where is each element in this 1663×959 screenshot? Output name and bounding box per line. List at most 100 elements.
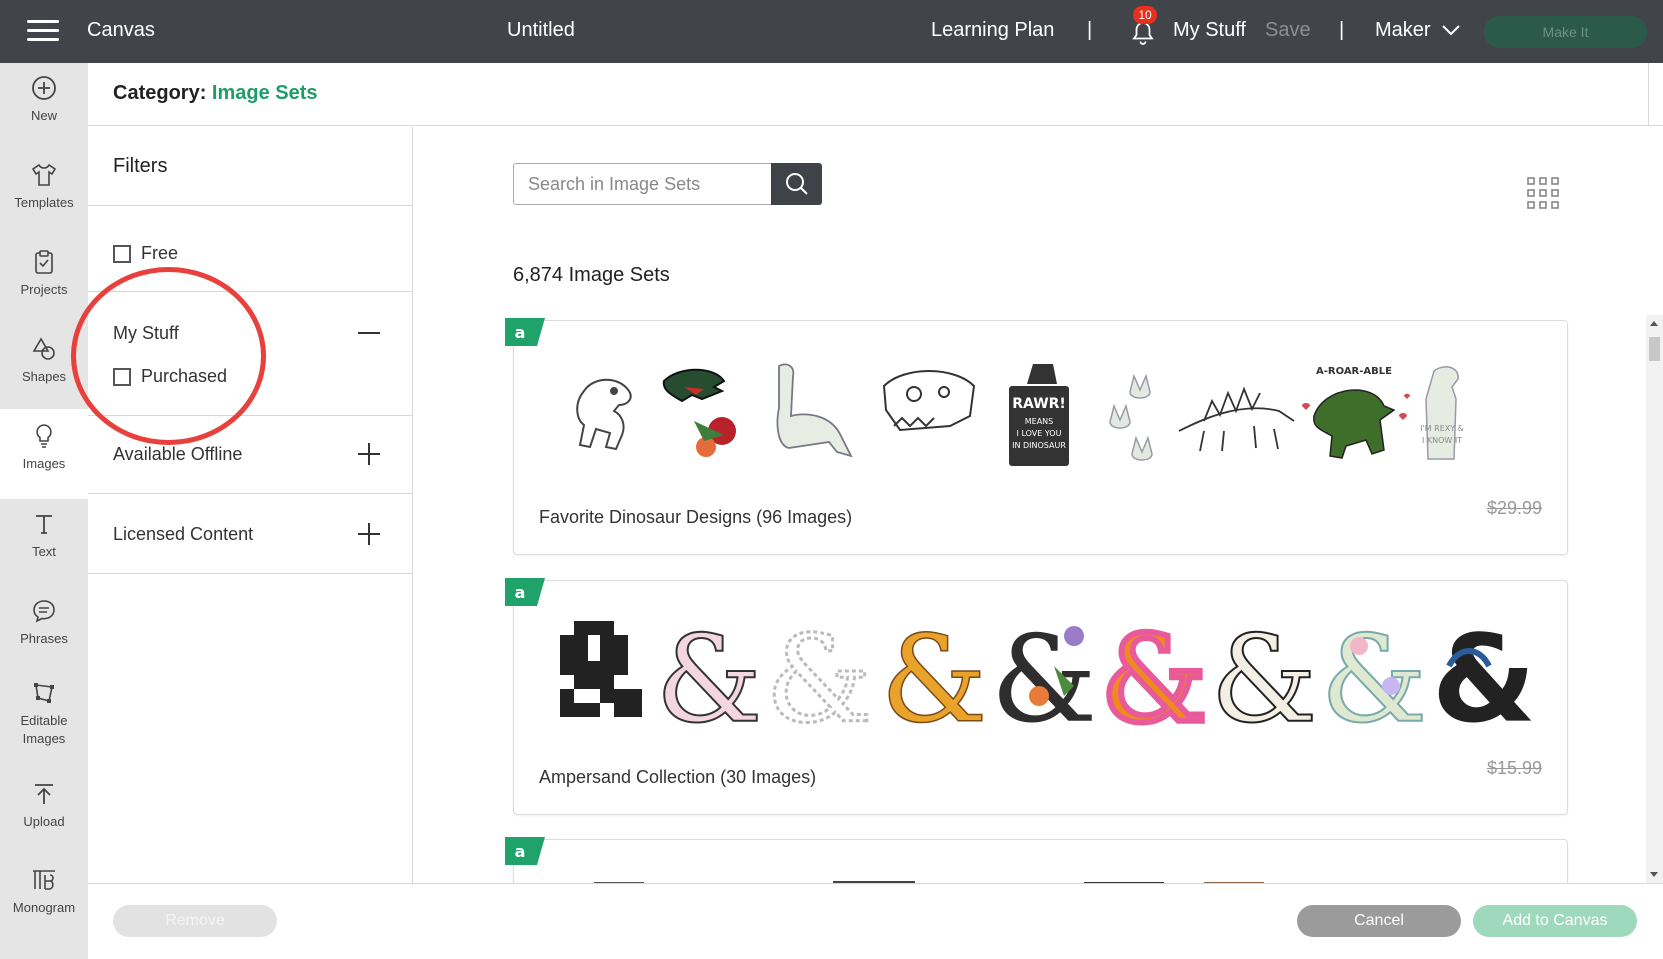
filters-panel: Filters Free My Stuff Purchased Availabl… xyxy=(88,127,413,883)
rail-item-shapes[interactable]: Shapes xyxy=(0,336,88,406)
rail-label: Text xyxy=(32,544,56,559)
upload-icon xyxy=(35,784,53,804)
rail-label: Images xyxy=(22,456,66,471)
rail-label: Templates xyxy=(14,195,74,210)
notification-badge: 10 xyxy=(1133,6,1157,24)
svg-text:MEANS: MEANS xyxy=(1025,417,1054,426)
image-set-title: Favorite Dinosaur Designs (96 Images) xyxy=(539,507,853,527)
rail-item-phrases[interactable]: Phrases xyxy=(0,598,88,668)
top-bar: Canvas Untitled Learning Plan | 10 My St… xyxy=(0,0,1663,63)
svg-text:a: a xyxy=(515,323,526,342)
scroll-thumb[interactable] xyxy=(1649,337,1660,361)
cancel-button[interactable]: Cancel xyxy=(1297,905,1461,937)
make-it-button[interactable]: Make It xyxy=(1484,16,1647,48)
svg-text:IN DINOSAUR: IN DINOSAUR xyxy=(1012,441,1066,450)
scroll-up-icon[interactable] xyxy=(1650,321,1658,326)
grid-view-icon[interactable] xyxy=(1527,177,1559,209)
rail-item-projects[interactable]: Projects xyxy=(0,249,88,319)
text-icon xyxy=(36,515,52,534)
svg-text:I'M REXY &: I'M REXY & xyxy=(1420,424,1464,433)
add-to-canvas-button[interactable]: Add to Canvas xyxy=(1473,905,1637,937)
chevron-down-icon[interactable] xyxy=(1442,24,1460,36)
monogram-icon xyxy=(33,870,55,890)
divider xyxy=(88,205,413,206)
svg-text:I LOVE YOU: I LOVE YOU xyxy=(1017,429,1062,438)
document-title[interactable]: Untitled xyxy=(507,19,575,42)
dinosaur-thumbnails: RAWR! MEANS I LOVE YOU IN DINOSAUR A-ROA… xyxy=(576,363,1464,466)
divider xyxy=(88,415,413,416)
divider xyxy=(88,573,413,574)
ampersand-thumbnails: & & & & & & & & xyxy=(560,611,1537,731)
rail-label: Monogram xyxy=(12,900,76,915)
hamburger-menu-icon[interactable] xyxy=(27,20,59,42)
shirt-icon xyxy=(31,163,57,186)
access-badge-icon: a xyxy=(505,578,545,606)
divider xyxy=(88,493,413,494)
rail-item-text[interactable]: Text xyxy=(0,511,88,581)
rail-label: Projects xyxy=(20,282,68,297)
access-badge-icon: a xyxy=(505,837,545,865)
purchased-checkbox[interactable] xyxy=(113,368,131,386)
image-set-card[interactable]: RAWR! MEANS I LOVE YOU IN DINOSAUR A-ROA… xyxy=(513,320,1568,555)
svg-text:&: & xyxy=(1432,611,1537,731)
save-button[interactable]: Save xyxy=(1265,19,1311,42)
svg-text:a: a xyxy=(515,842,526,861)
category-header: Category: Image Sets xyxy=(88,63,1663,126)
expand-icon[interactable] xyxy=(356,441,382,467)
my-stuff-link[interactable]: My Stuff xyxy=(1173,19,1246,42)
category-value[interactable]: Image Sets xyxy=(212,82,318,104)
image-set-price: $29.99 xyxy=(1486,498,1542,518)
machine-selector[interactable]: Maker xyxy=(1375,19,1431,42)
plus-circle-icon xyxy=(32,76,56,100)
svg-text:&: & xyxy=(881,611,988,731)
divider xyxy=(88,291,413,292)
image-set-title: Ampersand Collection (30 Images) xyxy=(539,767,817,787)
free-label[interactable]: Free xyxy=(141,243,178,264)
rail-item-images[interactable]: Images xyxy=(0,409,88,499)
rail-label: New xyxy=(30,108,57,123)
search-icon xyxy=(786,173,808,195)
my-stuff-filter-label: My Stuff xyxy=(113,323,179,343)
svg-text:&: & xyxy=(1211,611,1318,731)
image-set-card[interactable]: & & & & & & & & Ampersand Collection (30… xyxy=(513,580,1568,815)
rail-item-upload[interactable]: Upload xyxy=(0,781,88,851)
image-set-price: $15.99 xyxy=(1486,758,1542,778)
filters-title: Filters xyxy=(113,155,168,177)
footer-bar: Remove Cancel Add to Canvas xyxy=(88,883,1663,959)
rail-item-templates[interactable]: Templates xyxy=(0,162,88,232)
scroll-down-icon[interactable] xyxy=(1650,872,1658,877)
editable-images-icon xyxy=(34,683,54,703)
rail-label: Upload xyxy=(23,814,65,829)
learning-plan-link[interactable]: Learning Plan xyxy=(931,19,1054,42)
category-label: Category: xyxy=(113,82,207,104)
svg-text:I KNOW IT: I KNOW IT xyxy=(1422,436,1462,445)
free-checkbox[interactable] xyxy=(113,245,131,263)
collapse-icon[interactable] xyxy=(356,320,382,346)
search-button[interactable] xyxy=(771,163,822,205)
clipboard-icon xyxy=(35,250,53,274)
rail-label: Editable xyxy=(20,713,68,728)
remove-button[interactable]: Remove xyxy=(113,905,277,937)
rail-item-editable-images[interactable]: Editable Images xyxy=(0,680,88,770)
svg-text:&: & xyxy=(656,611,763,731)
search-input[interactable] xyxy=(513,163,772,205)
rail-label: Shapes xyxy=(21,369,67,384)
svg-text:A-ROAR-ABLE: A-ROAR-ABLE xyxy=(1316,366,1392,377)
divider: | xyxy=(1087,19,1093,41)
svg-text:&: & xyxy=(1321,611,1428,731)
left-rail: New Templates Projects Shapes Images Tex… xyxy=(0,63,88,959)
expand-icon[interactable] xyxy=(356,521,382,547)
app-label: Canvas xyxy=(87,19,155,41)
svg-text:&: & xyxy=(991,611,1098,731)
licensed-content-label: Licensed Content xyxy=(113,524,254,544)
scrollbar[interactable] xyxy=(1646,315,1663,883)
category-title: Category: Image Sets xyxy=(113,82,318,105)
available-offline-label: Available Offline xyxy=(113,444,243,464)
access-badge-icon: a xyxy=(505,318,545,346)
rail-item-monogram[interactable]: Monogram xyxy=(0,867,88,937)
speech-bubble-icon xyxy=(33,600,55,623)
svg-text:a: a xyxy=(515,583,526,602)
results-count: 6,874 Image Sets xyxy=(513,264,670,286)
purchased-label[interactable]: Purchased xyxy=(141,366,227,387)
rail-item-new[interactable]: New xyxy=(0,75,88,145)
